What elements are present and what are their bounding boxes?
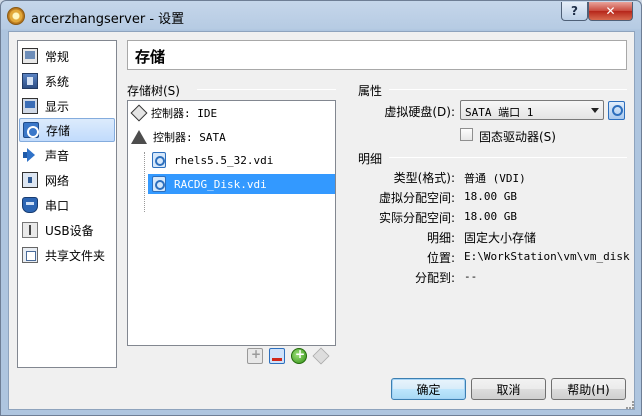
shared-folder-icon	[22, 247, 38, 263]
tree-item-disk-selected[interactable]: RACDG_Disk.vdi	[148, 174, 335, 194]
help-title-button[interactable]: ?	[561, 2, 588, 21]
display-icon	[22, 98, 38, 114]
virtualbox-app-icon	[7, 7, 25, 25]
dialog-client-area: 常规 系统 显示 存储 声音 网络 串口 USB设备 共享文件夹 存储 存储树(…	[8, 31, 635, 410]
hard-disk-icon	[152, 176, 166, 192]
ok-button[interactable]: 确定	[391, 378, 466, 400]
storage-tree-toolbar	[247, 347, 330, 366]
detail-virtual-size-label: 虚拟分配空间:	[378, 191, 455, 205]
general-icon	[22, 48, 38, 64]
remove-controller-icon[interactable]	[269, 348, 285, 364]
detail-type-label: 类型(格式):	[393, 171, 455, 185]
ssd-checkbox[interactable]	[460, 128, 473, 141]
remove-attachment-icon[interactable]	[312, 347, 330, 365]
sidebar-item-usb[interactable]: USB设备	[19, 218, 115, 242]
sata-controller-icon	[131, 130, 147, 144]
sidebar-item-system[interactable]: 系统	[19, 69, 115, 93]
divider	[197, 89, 336, 90]
attributes-heading: 属性	[358, 84, 383, 98]
sidebar-item-shared-folders[interactable]: 共享文件夹	[19, 243, 115, 267]
settings-category-list[interactable]: 常规 系统 显示 存储 声音 网络 串口 USB设备 共享文件夹	[17, 40, 117, 368]
detail-attached-to-label: 分配到:	[414, 271, 455, 285]
sidebar-item-label: 系统	[45, 74, 70, 89]
sidebar-item-label: 网络	[45, 173, 70, 188]
title-bar[interactable]: arcerzhangserver - 设置 ? ✕	[1, 1, 641, 31]
sidebar-item-label: 常规	[45, 49, 70, 64]
tree-item-ide-controller[interactable]: 控制器: IDE	[130, 103, 218, 123]
sidebar-item-label: 声音	[45, 148, 70, 163]
serial-icon	[22, 197, 38, 213]
tree-item-label: rhels5.5_32.vdi	[174, 153, 274, 167]
network-icon	[22, 172, 38, 188]
system-icon	[22, 73, 38, 89]
storage-icon	[23, 122, 39, 138]
sidebar-item-label: USB设备	[45, 223, 94, 238]
hard-disk-icon	[152, 152, 166, 168]
usb-icon	[22, 222, 38, 238]
sidebar-item-label: 存储	[46, 123, 71, 138]
tree-item-sata-controller[interactable]: 控制器: SATA	[131, 127, 226, 147]
divider	[389, 157, 627, 158]
detail-actual-size-label: 实际分配空间:	[378, 211, 455, 225]
window-title: arcerzhangserver - 设置	[31, 12, 185, 27]
detail-virtual-size-value: 18.00 GB	[464, 190, 517, 203]
choose-disk-button[interactable]	[608, 101, 625, 120]
detail-storage-value: 固定大小存储	[464, 231, 537, 245]
virtual-disk-label: 虚拟硬盘(D):	[384, 105, 455, 119]
sidebar-item-label: 显示	[45, 99, 70, 114]
virtual-disk-select[interactable]: SATA 端口 1	[460, 100, 604, 120]
ide-controller-icon	[130, 104, 148, 122]
page-title-box: 存储	[127, 40, 627, 70]
storage-tree[interactable]: 控制器: IDE 控制器: SATA rhels5.5_32.vdi RACDG…	[127, 100, 336, 346]
settings-window: arcerzhangserver - 设置 ? ✕ 常规 系统 显示 存储 声音…	[0, 0, 642, 416]
sidebar-item-network[interactable]: 网络	[19, 168, 115, 192]
add-controller-icon[interactable]	[247, 347, 263, 364]
detail-location-label: 位置:	[426, 251, 455, 265]
detail-type-value: 普通 (VDI)	[464, 172, 526, 185]
tree-item-disk[interactable]: rhels5.5_32.vdi	[152, 150, 273, 170]
sidebar-item-display[interactable]: 显示	[19, 94, 115, 118]
detail-storage-label: 明细:	[426, 231, 455, 245]
sidebar-item-general[interactable]: 常规	[19, 44, 115, 68]
sidebar-item-label: 串口	[45, 198, 70, 213]
ssd-checkbox-label[interactable]: 固态驱动器(S)	[479, 128, 556, 145]
storage-tree-label: 存储树(S)	[127, 84, 180, 98]
cancel-button[interactable]: 取消	[471, 378, 546, 400]
detail-actual-size-value: 18.00 GB	[464, 210, 517, 223]
tree-item-label: 控制器: IDE	[151, 107, 218, 120]
detail-location-value: E:\WorkStation\vm\vm_disk…	[464, 250, 630, 263]
detail-attached-to-value: --	[464, 270, 478, 283]
details-heading: 明细	[358, 152, 383, 166]
close-button[interactable]: ✕	[588, 2, 633, 21]
audio-icon	[22, 147, 38, 163]
divider	[389, 89, 627, 90]
virtual-disk-value: SATA 端口 1	[465, 106, 534, 119]
tree-item-label: 控制器: SATA	[153, 131, 226, 144]
sidebar-item-serial[interactable]: 串口	[19, 193, 115, 217]
tree-item-label: RACDG_Disk.vdi	[174, 177, 267, 191]
page-title: 存储	[135, 48, 166, 66]
chevron-down-icon	[591, 108, 599, 113]
sidebar-item-label: 共享文件夹	[45, 248, 106, 263]
tree-connector-line	[144, 152, 145, 212]
resize-grip[interactable]	[626, 401, 634, 409]
sidebar-item-storage[interactable]: 存储	[19, 118, 115, 142]
add-attachment-icon[interactable]	[291, 347, 307, 364]
help-button[interactable]: 帮助(H)	[551, 378, 626, 400]
sidebar-item-audio[interactable]: 声音	[19, 143, 115, 167]
